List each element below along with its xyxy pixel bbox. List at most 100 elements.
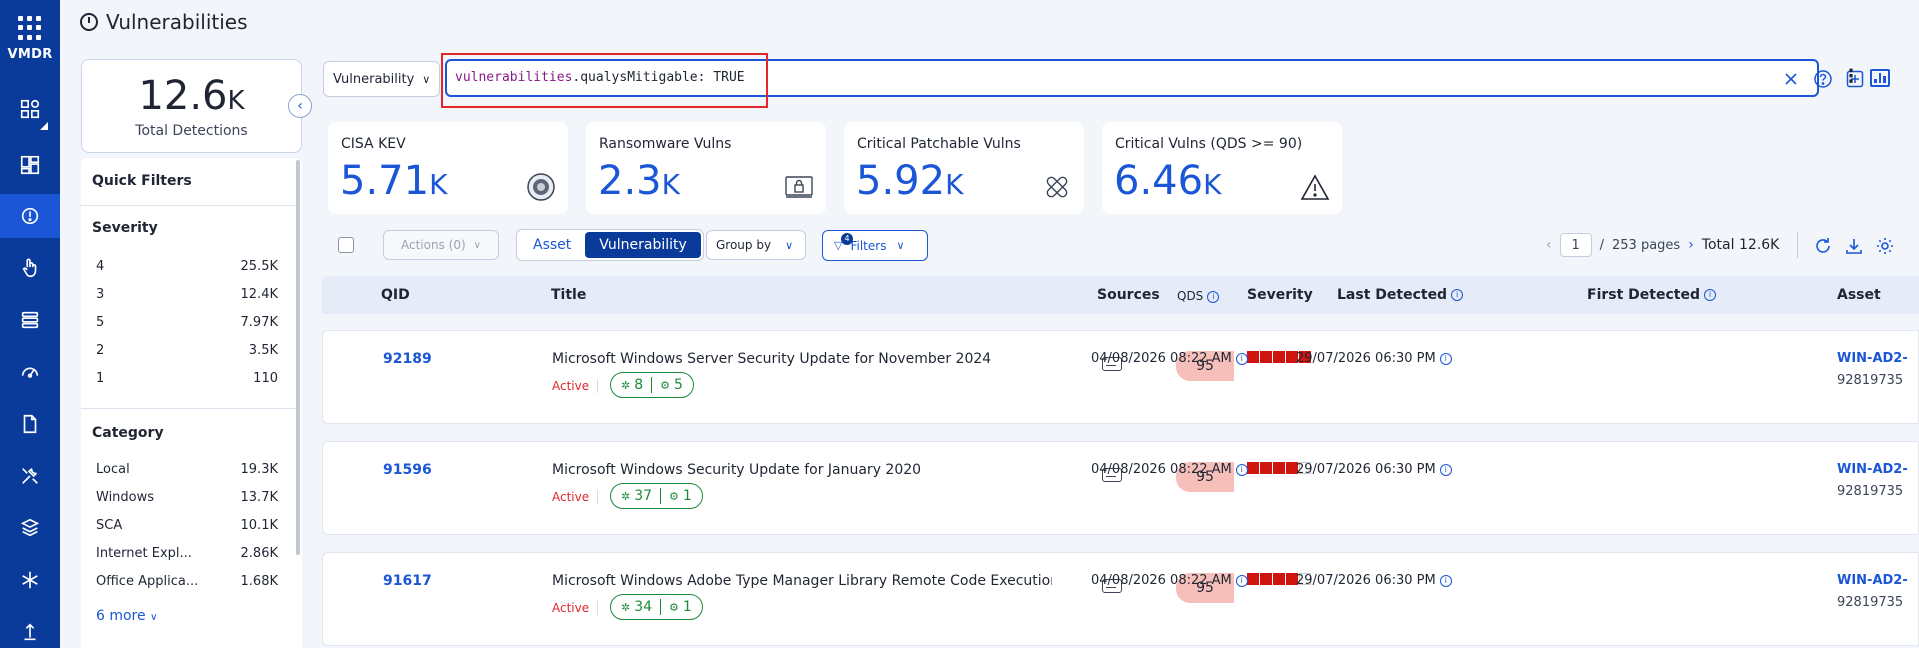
severity-bar-segment [1260, 573, 1272, 585]
vuln-title[interactable]: Microsoft Windows Server Security Update… [552, 351, 1052, 367]
help-icon[interactable] [1813, 69, 1833, 89]
column-sources[interactable]: Sources [1097, 287, 1160, 303]
divider [651, 377, 653, 393]
clear-icon[interactable] [1781, 69, 1801, 89]
refresh-icon[interactable] [1812, 235, 1834, 257]
table-row[interactable]: 91617 Microsoft Windows Adobe Type Manage… [322, 552, 1919, 646]
toolbar-divider [1797, 232, 1798, 258]
kpi-card-critical-patchable[interactable]: Critical Patchable Vulns 5.92K [844, 122, 1084, 214]
column-severity[interactable]: Severity [1247, 287, 1313, 303]
table-row[interactable]: 92189 Microsoft Windows Server Security U… [322, 330, 1919, 424]
ransomware-icon [784, 172, 814, 202]
info-icon[interactable]: i [1235, 463, 1248, 476]
scan-gauge-icon[interactable] [0, 350, 60, 394]
vulnerabilities-icon[interactable] [0, 194, 60, 238]
info-icon[interactable]: i [1207, 290, 1220, 303]
prev-page-icon[interactable]: ‹ [1546, 237, 1552, 253]
total-count: Total 12.6K [1701, 237, 1780, 253]
qid-link[interactable]: 91617 [383, 573, 432, 589]
severity-filter-item[interactable]: 5 7.97K [96, 315, 278, 330]
vuln-title[interactable]: Microsoft Windows Adobe Type Manager Lib… [552, 573, 1052, 589]
qid-link[interactable]: 92189 [383, 351, 432, 367]
hand-pointer-icon[interactable] [0, 246, 60, 290]
counts-badge[interactable]: ✲ 34 ⚙ 1 [610, 594, 703, 620]
document-icon[interactable] [0, 402, 60, 446]
category-filter-item[interactable]: Internet Expl... 2.86K [96, 546, 278, 561]
count-b: 1 [682, 599, 692, 615]
info-icon[interactable]: i [1703, 289, 1716, 301]
severity-bar-segment [1273, 462, 1285, 474]
column-last-detected[interactable]: Last Detected i [1337, 287, 1464, 303]
tools-icon[interactable] [0, 454, 60, 498]
asset-link[interactable]: WIN-AD2- [1837, 462, 1908, 477]
chart-view-icon[interactable] [1870, 69, 1890, 87]
severity-filter-item[interactable]: 3 12.4K [96, 287, 278, 302]
next-page-icon[interactable]: › [1688, 237, 1694, 253]
severity-filter-item[interactable]: 4 25.5K [96, 259, 278, 274]
filters-button[interactable]: ▽ 4 Filters ∨ [822, 230, 928, 261]
category-more-link[interactable]: 6 more ∨ [96, 608, 157, 624]
info-icon[interactable]: i [1439, 463, 1452, 476]
dashboard-widgets-icon[interactable] [0, 87, 60, 131]
info-icon[interactable]: i [1439, 574, 1452, 587]
info-icon[interactable]: i [1235, 574, 1248, 587]
counts-badge[interactable]: ✲ 37 ⚙ 1 [610, 483, 703, 509]
asset-link[interactable]: WIN-AD2- [1837, 573, 1908, 588]
category-filter-item[interactable]: Windows 13.7K [96, 490, 278, 505]
category-filter-item[interactable]: Local 19.3K [96, 462, 278, 477]
actions-button[interactable]: Actions (0) ∨ [383, 230, 499, 260]
table-row[interactable]: 91596 Microsoft Windows Security Update f… [322, 441, 1919, 535]
layers-cube-icon[interactable] [0, 506, 60, 550]
category-filter-item[interactable]: SCA 10.1K [96, 518, 278, 533]
collapse-panel-button[interactable]: ‹ [288, 94, 312, 118]
severity-bar-segment [1273, 351, 1285, 363]
column-asset[interactable]: Asset [1837, 287, 1881, 303]
severity-filter-item[interactable]: 2 3.5K [96, 343, 278, 358]
severity-bar-segment [1247, 351, 1259, 363]
severity-bar-segment [1247, 573, 1259, 585]
search-scope-select[interactable]: Vulnerability ∨ [323, 61, 440, 97]
qid-link[interactable]: 91596 [383, 462, 432, 478]
kpi-card-cisa-kev[interactable]: CISA KEV 5.71K [328, 122, 568, 214]
column-title[interactable]: Title [551, 287, 586, 303]
kpi-card-critical-qds[interactable]: Critical Vulns (QDS >= 90) 6.46K [1102, 122, 1342, 214]
category-filter-item[interactable]: Office Applica... 1.68K [96, 574, 278, 589]
count-a: 34 [634, 599, 653, 615]
count-b: 5 [674, 377, 683, 393]
snowflake-icon[interactable] [0, 558, 60, 602]
page-number-input[interactable]: 1 [1559, 233, 1592, 257]
info-icon[interactable]: i [1451, 289, 1464, 301]
info-icon[interactable]: i [1235, 352, 1248, 365]
divider [81, 205, 296, 206]
download-icon[interactable] [1843, 235, 1865, 257]
count-a: 8 [634, 377, 644, 393]
kpi-card-ransomware[interactable]: Ransomware Vulns 2.3K [586, 122, 826, 214]
kpi-label: Ransomware Vulns [599, 136, 732, 152]
asset-link[interactable]: WIN-AD2- [1837, 351, 1908, 366]
panel-scrollbar[interactable] [296, 160, 300, 555]
severity-filter-item[interactable]: 1 110 [96, 371, 278, 386]
group-by-select[interactable]: Group by ∨ [706, 230, 806, 260]
divider [81, 408, 296, 409]
info-icon[interactable]: i [1439, 352, 1452, 365]
antenna-icon[interactable] [0, 610, 60, 648]
counts-badge[interactable]: ✲ 8 ⚙ 5 [610, 372, 694, 398]
chevron-down-icon: ∨ [422, 72, 431, 86]
column-qid[interactable]: QID [381, 287, 410, 303]
settings-gear-icon[interactable] [1874, 235, 1896, 257]
patch-bandage-icon [1042, 172, 1072, 202]
app-launcher-icon[interactable] [18, 16, 42, 40]
vuln-title[interactable]: Microsoft Windows Security Update for Ja… [552, 462, 1052, 478]
last-detected: 04/08/2026 08:22 AM i [1091, 351, 1248, 366]
more-options-icon[interactable]: ⋮ [1842, 66, 1860, 87]
tab-asset[interactable]: Asset [519, 232, 585, 258]
highlight-annotation [441, 53, 768, 108]
last-detected: 04/08/2026 08:22 AM i [1091, 573, 1248, 588]
column-first-detected[interactable]: First Detected i [1587, 287, 1716, 303]
tab-vulnerability[interactable]: Vulnerability [585, 232, 701, 258]
column-qds[interactable]: QDS i [1177, 289, 1220, 303]
prioritization-icon[interactable] [0, 298, 60, 342]
select-all-checkbox[interactable] [338, 237, 354, 253]
dashboard-icon[interactable] [0, 143, 60, 187]
severity-bar-segment [1260, 351, 1272, 363]
